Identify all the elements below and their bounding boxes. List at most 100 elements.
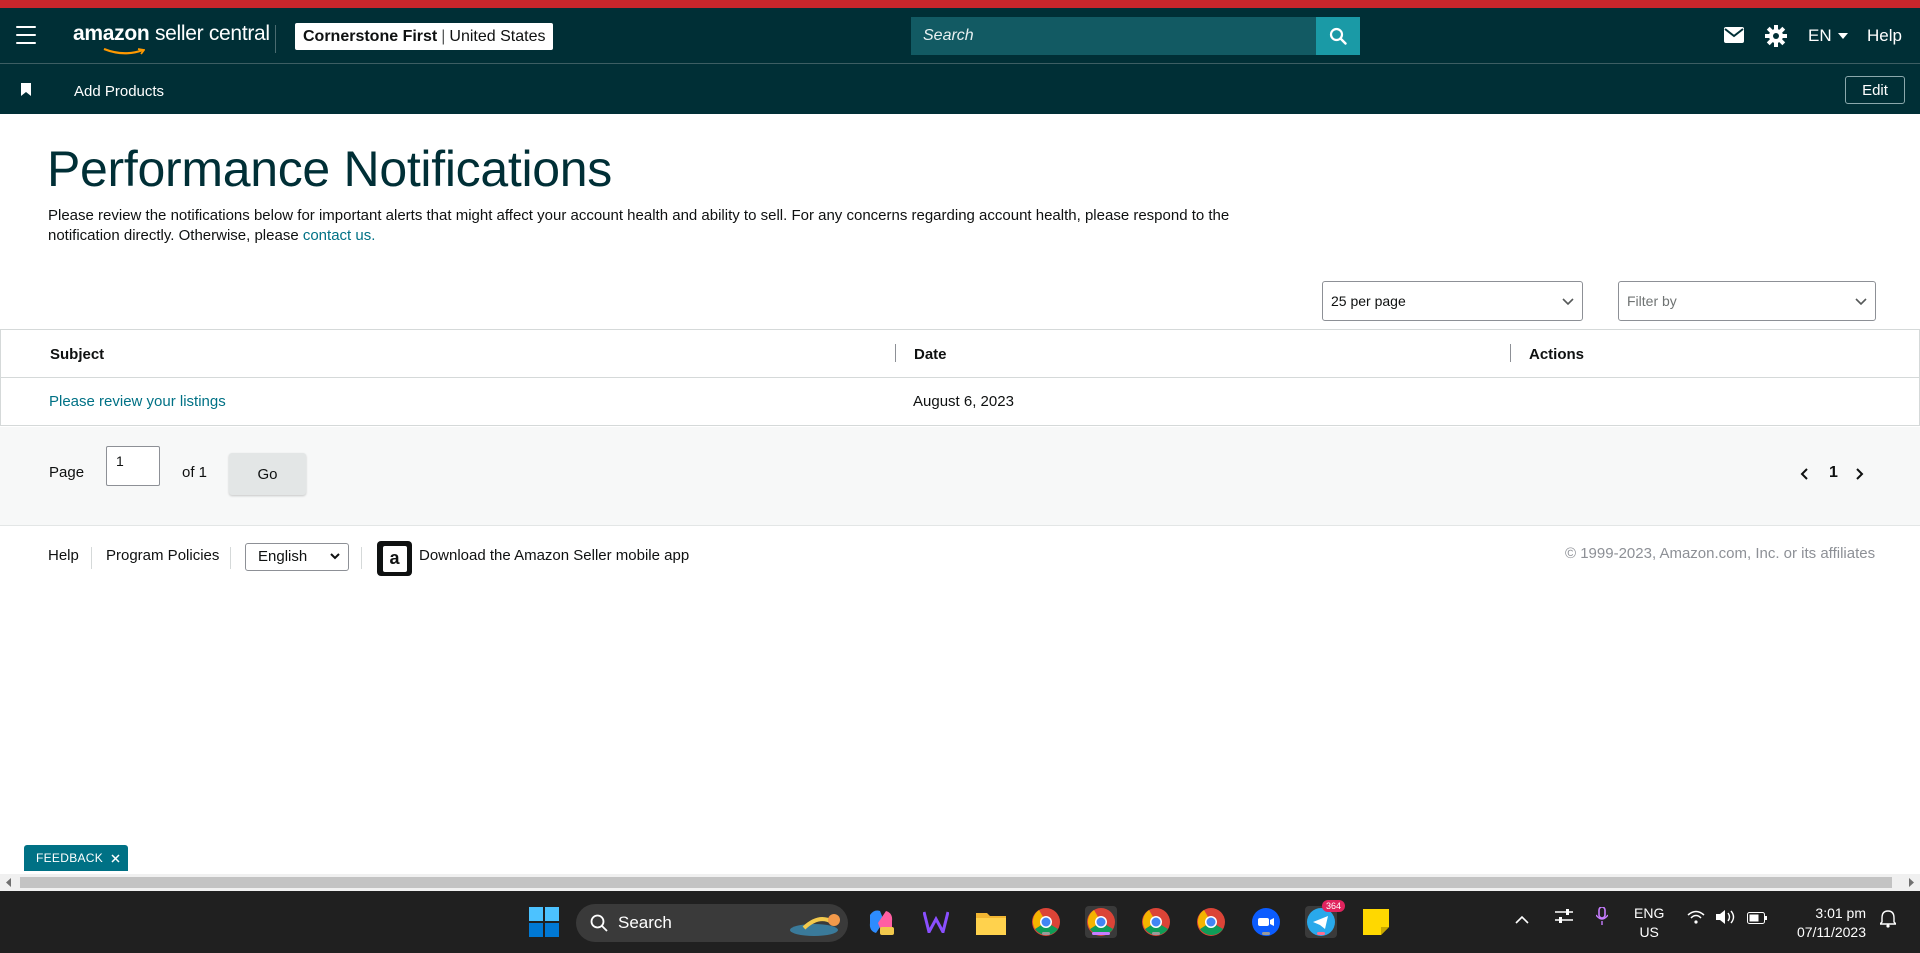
- input-language-indicator[interactable]: ENG US: [1634, 904, 1664, 942]
- program-policies-link[interactable]: Program Policies: [106, 547, 219, 564]
- page-number-input[interactable]: 1: [106, 446, 160, 486]
- table-header: Subject Date Actions: [1, 330, 1919, 378]
- caret-down-icon: [1837, 33, 1848, 39]
- notification-bell-icon[interactable]: [1878, 910, 1898, 931]
- chrome-profile-m-icon[interactable]: [1140, 906, 1172, 938]
- chevron-down-icon: [1855, 298, 1867, 306]
- search-highlight-icon: [790, 914, 840, 936]
- filter-by-select[interactable]: Filter by: [1618, 281, 1876, 321]
- horizontal-scrollbar[interactable]: [0, 874, 1920, 891]
- logo-text: amazon: [73, 22, 150, 45]
- volume-icon[interactable]: [1716, 910, 1736, 927]
- go-button[interactable]: Go: [229, 453, 306, 495]
- clock-time: 3:01 pm: [1815, 905, 1866, 921]
- windows-taskbar: Search 364 ENG US 3:01 pm 07/11/2023: [0, 891, 1920, 953]
- page-title: Performance Notifications: [47, 141, 612, 197]
- download-app-link[interactable]: Download the Amazon Seller mobile app: [419, 547, 689, 564]
- running-indicator: [1152, 932, 1160, 935]
- page-footer: Help Program Policies English a Download…: [0, 527, 1920, 587]
- file-explorer-icon[interactable]: [975, 906, 1007, 938]
- footer-language-select[interactable]: English: [245, 543, 349, 571]
- wifi-icon[interactable]: [1687, 910, 1705, 927]
- edit-button[interactable]: Edit: [1845, 76, 1905, 104]
- search-icon: [1329, 27, 1347, 45]
- header-help-link[interactable]: Help: [1867, 26, 1902, 46]
- table-row: Please review your listings August 6, 20…: [1, 378, 1919, 426]
- notifications-table: Subject Date Actions Please review your …: [0, 329, 1920, 426]
- input-region: US: [1639, 924, 1659, 940]
- search-input[interactable]: [911, 17, 1316, 55]
- taskbar-search-label: Search: [618, 913, 672, 932]
- contact-us-link[interactable]: contact us.: [303, 227, 376, 244]
- scroll-right-icon[interactable]: [1908, 878, 1914, 887]
- chrome-profile-d-icon[interactable]: [1195, 906, 1227, 938]
- pagination-bar: Page 1 of 1 Go 1: [0, 427, 1920, 526]
- top-navigation-bar: amazon seller central Cornerstone First …: [0, 8, 1920, 63]
- column-header-date[interactable]: Date: [914, 346, 947, 363]
- footer-separator: [230, 547, 231, 569]
- chevron-down-icon: [330, 553, 340, 560]
- active-indicator: [1092, 932, 1110, 935]
- page-of-label: of 1: [182, 464, 208, 481]
- amazon-smile-icon: [103, 48, 145, 55]
- running-indicator: [1262, 932, 1270, 935]
- top-accent-stripe: [0, 0, 1920, 8]
- settings-gear-icon[interactable]: [1765, 25, 1787, 52]
- previous-page-icon[interactable]: [1800, 467, 1809, 485]
- current-page-number[interactable]: 1: [1829, 464, 1838, 482]
- sticky-notes-icon[interactable]: [1360, 906, 1392, 938]
- taskbar-clock[interactable]: 3:01 pm 07/11/2023: [1786, 904, 1866, 942]
- notification-subject-link[interactable]: Please review your listings: [49, 393, 226, 410]
- show-hidden-icons-icon[interactable]: [1515, 911, 1529, 927]
- language-label: EN: [1808, 26, 1832, 45]
- page-description: Please review the notifications below fo…: [48, 206, 1288, 246]
- amazon-seller-app-icon[interactable]: a: [377, 541, 412, 576]
- column-separator: [895, 344, 896, 362]
- next-page-icon[interactable]: [1855, 467, 1864, 485]
- footer-separator: [361, 547, 362, 569]
- search-bar: [911, 17, 1360, 55]
- page-label: Page: [49, 464, 85, 481]
- notification-date: August 6, 2023: [913, 393, 1014, 410]
- store-selector[interactable]: Cornerstone First | United States: [295, 23, 554, 50]
- battery-icon[interactable]: [1747, 911, 1767, 927]
- column-separator: [1510, 344, 1511, 362]
- per-page-select[interactable]: 25 per page: [1322, 281, 1583, 321]
- chrome-active-icon[interactable]: [1085, 906, 1117, 938]
- chrome-icon[interactable]: [1030, 906, 1062, 938]
- scroll-left-icon[interactable]: [6, 878, 12, 887]
- scrollbar-thumb[interactable]: [20, 877, 1892, 888]
- footer-language-value: English: [258, 548, 308, 565]
- add-products-link[interactable]: Add Products: [74, 83, 164, 100]
- footer-separator: [91, 547, 92, 569]
- logo-subtext: seller central: [154, 22, 270, 45]
- quick-settings-sliders-icon[interactable]: [1555, 908, 1573, 927]
- microphone-icon[interactable]: [1595, 906, 1609, 928]
- feedback-tab[interactable]: FEEDBACK: [24, 845, 129, 871]
- amazon-seller-central-logo[interactable]: amazon seller central: [73, 22, 270, 55]
- bookmark-icon[interactable]: [21, 83, 31, 101]
- language-selector[interactable]: EN: [1808, 26, 1848, 46]
- close-icon[interactable]: [111, 853, 120, 863]
- sub-navigation-bar: Add Products Edit: [0, 63, 1920, 114]
- telegram-unread-badge: 364: [1321, 900, 1345, 912]
- filter-placeholder: Filter by: [1627, 293, 1677, 309]
- footer-help-link[interactable]: Help: [48, 547, 79, 564]
- column-header-subject[interactable]: Subject: [50, 346, 104, 363]
- copyright-text: © 1999-2023, Amazon.com, Inc. or its aff…: [1565, 545, 1876, 562]
- chevron-down-icon: [1562, 298, 1574, 306]
- zoom-icon[interactable]: [1250, 906, 1282, 938]
- telegram-icon[interactable]: 364: [1305, 900, 1345, 938]
- windows-start-icon[interactable]: [528, 906, 560, 938]
- mail-icon[interactable]: [1724, 27, 1744, 48]
- running-indicator: [1042, 932, 1050, 935]
- copilot-icon[interactable]: [865, 906, 897, 938]
- menu-hamburger-icon[interactable]: [16, 26, 36, 44]
- w-app-icon[interactable]: [920, 906, 952, 938]
- search-button[interactable]: [1316, 17, 1360, 55]
- header-divider: [275, 25, 276, 53]
- taskbar-search[interactable]: Search: [576, 904, 848, 942]
- search-icon: [590, 914, 608, 932]
- input-language: ENG: [1634, 905, 1665, 921]
- store-name: Cornerstone First: [303, 27, 438, 45]
